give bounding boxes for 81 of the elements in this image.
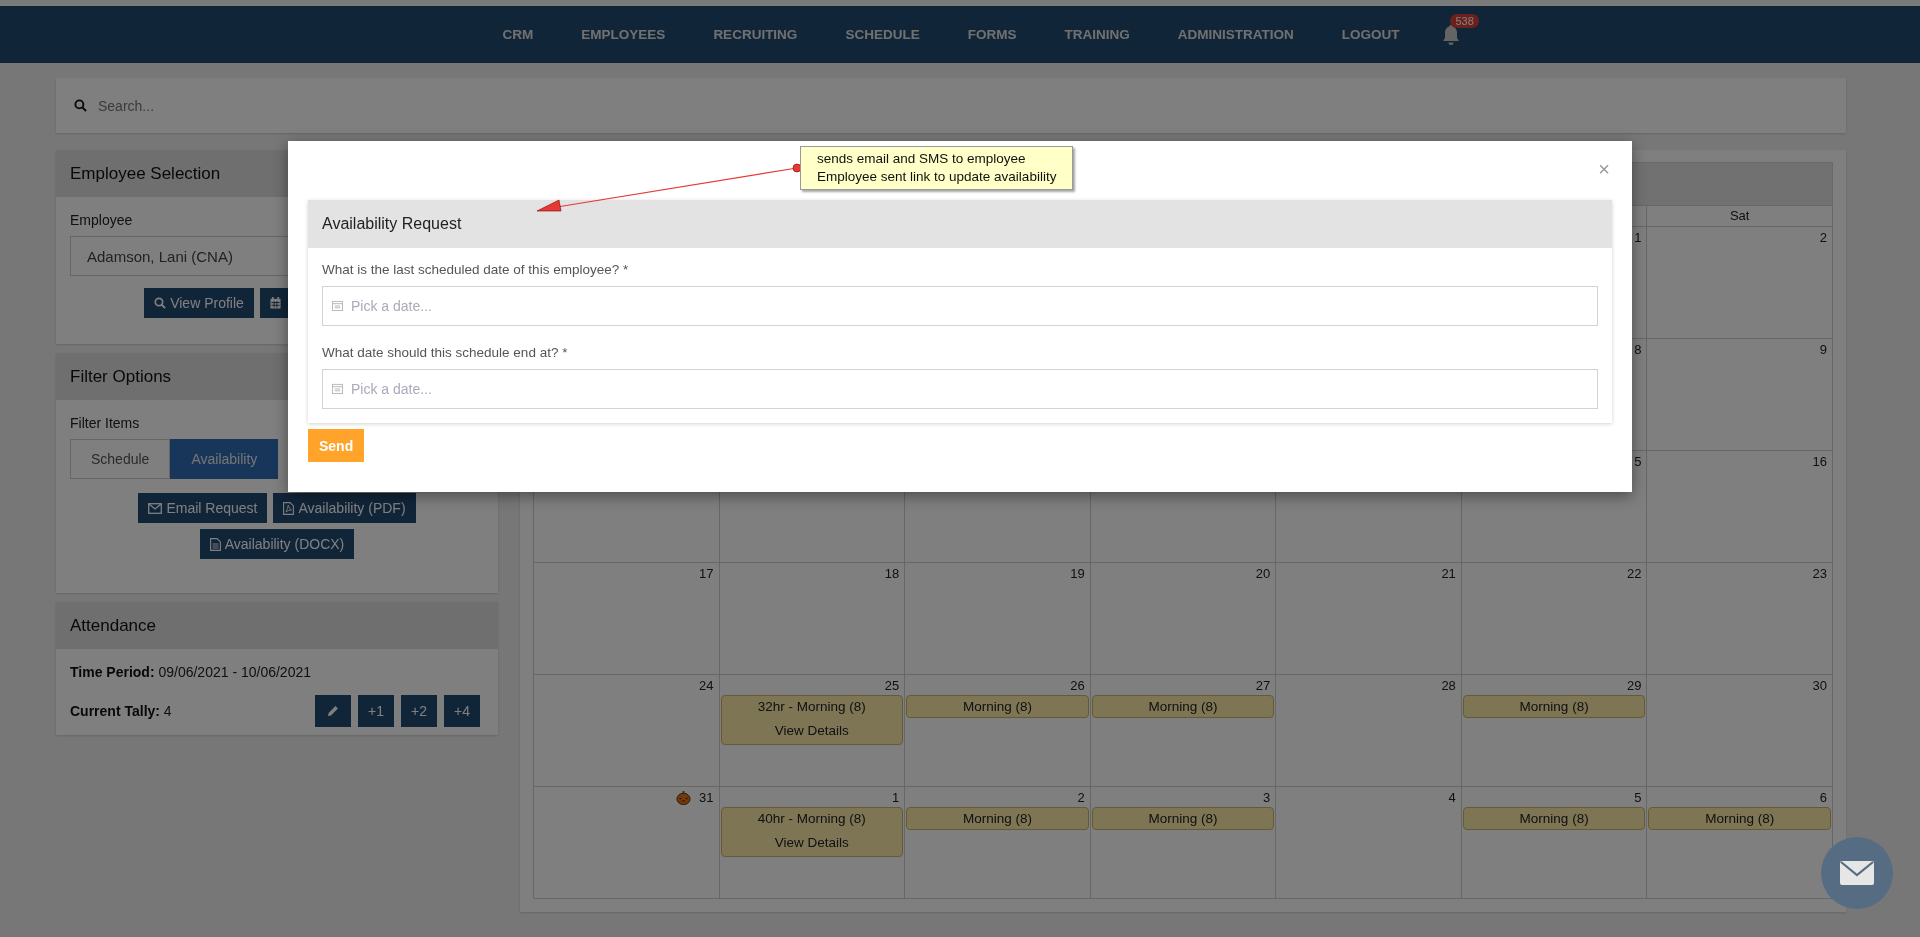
download-button[interactable]: Availability (DOCX) [199,529,355,559]
day-number: 21 [1441,566,1456,581]
day-number: 16 [1812,454,1827,469]
tally-button[interactable]: +2 [401,694,437,727]
envelope-icon [148,502,163,514]
nav-link[interactable]: ADMINISTRATION [1153,27,1318,42]
email-request-button[interactable]: Email Request [138,493,268,523]
nav-link[interactable]: LOGOUT [1317,27,1424,42]
view-profile-button[interactable]: View Profile [144,288,254,318]
day-number: 8 [1634,342,1642,357]
shift-event[interactable]: Morning (8) [1462,807,1646,830]
day-number: 25 [884,678,900,693]
day-number: 9 [1819,342,1827,357]
calendar-icon [332,383,343,394]
day-number: 30 [1812,678,1827,693]
day-number: 27 [1255,678,1271,693]
shift-event[interactable]: Morning (8) [1091,807,1275,830]
current-tally-text: Current Tally: 4 [70,702,172,719]
day-number: 1 [1634,230,1642,245]
day-number: 22 [1626,566,1642,581]
shift-event[interactable]: Morning (8) [1648,807,1831,830]
day-number: 20 [1255,566,1271,581]
search-field[interactable]: Search... [96,96,1828,115]
day-number: 29 [1626,678,1642,693]
nav-link[interactable]: FORMS [943,27,1041,42]
field-label: Filter Items [70,415,140,431]
search-bar[interactable]: Search... [56,78,1846,133]
note-text: Employee sent link to update availability [817,168,1057,186]
calendar-icon [332,300,343,311]
document-icon [209,537,221,551]
nav-link[interactable]: CRM [478,27,558,42]
shift-event[interactable]: 32hr - Morning (8) View Details [720,695,904,745]
nav-link[interactable]: SCHEDULE [821,27,944,42]
day-number: 5 [1634,454,1642,469]
shift-event[interactable]: Morning (8) [1462,695,1646,718]
download-button[interactable]: Availability (PDF) [273,493,416,523]
nav-link[interactable]: EMPLOYEES [557,27,690,42]
shift-event[interactable]: Morning (8) [1091,695,1275,718]
day-number: 1 [891,790,900,805]
day-number: 31 [699,790,714,805]
pencil-icon [327,704,339,717]
bell-icon[interactable] [1441,23,1462,46]
day-number: 28 [1441,678,1456,693]
weekday-header: Sat [1729,208,1750,223]
filter-tab[interactable]: Availability [170,439,279,479]
day-number: 3 [1263,790,1271,805]
shift-event[interactable]: Morning (8) [906,807,1089,830]
note-text: sends email and SMS to employee [817,150,1027,168]
day-number: 24 [699,678,714,693]
send-button[interactable]: Send [308,429,365,462]
search-icon [74,99,87,112]
edit-button[interactable] [315,694,351,727]
envelope-icon [1840,861,1874,885]
day-number: 4 [1448,790,1456,805]
day-number: 18 [884,566,900,581]
nav-link[interactable]: RECRUITING [689,27,822,42]
tally-button[interactable]: +4 [444,694,480,727]
field-label: Employee [70,212,133,228]
shift-event[interactable]: 40hr - Morning (8) View Details [720,807,904,857]
notification-badge: 538 [1450,13,1479,28]
panel-title: Attendance [56,602,498,649]
close-button[interactable]: × [1598,159,1610,179]
tally-button[interactable]: +1 [358,694,394,727]
day-number: 19 [1070,566,1085,581]
date-field[interactable]: Pick a date... [322,369,1598,409]
search-icon [154,297,167,309]
date-field[interactable]: Pick a date... [322,286,1598,326]
pdf-file-icon [283,501,295,515]
time-period-text: Time Period: 09/06/2021 - 10/06/2021 [70,663,311,680]
calendar-icon [269,297,281,309]
nav-link[interactable]: TRAINING [1040,27,1154,42]
day-number: 23 [1812,566,1827,581]
day-number: 5 [1634,790,1642,805]
day-number: 2 [1077,790,1085,805]
day-number: 17 [699,566,714,581]
day-number: 26 [1070,678,1085,693]
day-number: 2 [1819,230,1827,245]
shift-event[interactable]: Morning (8) [906,695,1089,718]
filter-tab[interactable]: Schedule [70,439,171,479]
card-title: Availability Request [308,200,1612,248]
day-number: 6 [1819,790,1827,805]
